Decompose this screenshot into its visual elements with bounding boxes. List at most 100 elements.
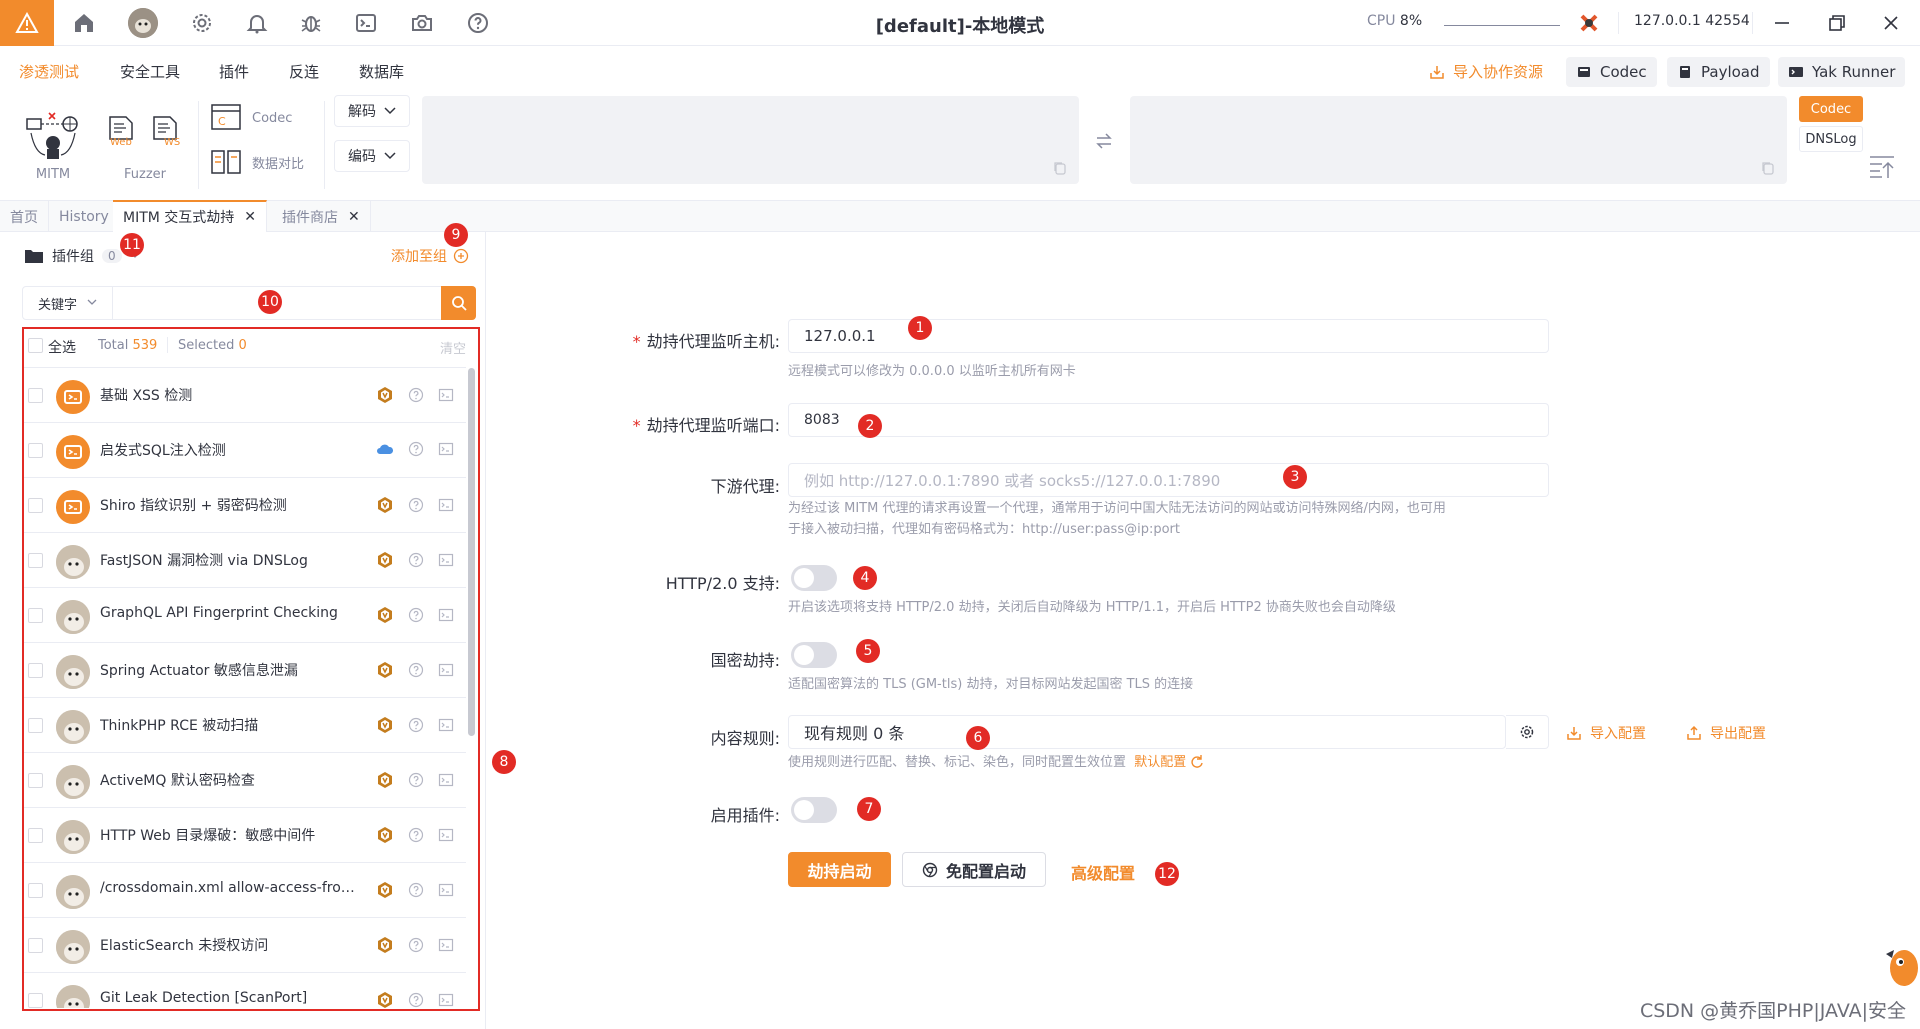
close-icon[interactable] [1879, 11, 1903, 35]
window-title: [default]-本地模式 [875, 16, 1045, 37]
tab-mitm[interactable]: MITM 交互式劫持 ✕ [113, 200, 268, 232]
runner-icon [1789, 67, 1803, 77]
help-icon[interactable] [466, 11, 490, 35]
bell-icon[interactable] [245, 11, 269, 35]
home-icon[interactable] [72, 11, 96, 35]
annotation-badge: 8 [492, 750, 516, 774]
downstream-help-1: 为经过该 MITM 代理的请求再设置一个代理，通常用于访问中国大陆无法访问的网站… [788, 501, 1446, 516]
http2-toggle[interactable] [791, 565, 837, 591]
compare-icon [211, 150, 241, 174]
annotation-badge: 4 [853, 566, 877, 590]
copy-icon[interactable] [1760, 160, 1776, 176]
minimize-icon[interactable] [1770, 11, 1794, 35]
rules-help: 使用规则进行匹配、替换、标记、染色，同时配置生效位置 默认配置 [788, 753, 1204, 773]
downstream-help-2: 于接入被动扫描，代理如有密码格式为：http://user:pass@ip:po… [788, 522, 1180, 537]
downstream-label: 下游代理: [710, 477, 780, 496]
yak-runner-button[interactable]: Yak Runner [1778, 57, 1906, 87]
annotation-badge: 11 [120, 233, 144, 257]
import-config-link[interactable]: 导入配置 [1566, 723, 1646, 743]
codec-output-area[interactable] [1130, 96, 1787, 184]
annotation-badge: 1 [908, 316, 932, 340]
refresh-icon[interactable] [1190, 754, 1204, 768]
menu-pentest[interactable]: 渗透测试 [19, 61, 79, 82]
data-compare-tool[interactable]: 数据对比 [210, 147, 304, 177]
codec-icon [1578, 67, 1590, 77]
tab-history[interactable]: History [49, 201, 120, 232]
port-input[interactable]: 8083 [788, 403, 1549, 437]
plugins-toggle[interactable] [791, 797, 837, 823]
engine-address: 127.0.0.1 42554 [1634, 13, 1750, 29]
gm-label: 国密劫持: [710, 651, 780, 670]
tab-close-icon[interactable]: ✕ [348, 209, 360, 225]
host-input[interactable]: 127.0.0.1 [788, 319, 1549, 353]
swap-icon[interactable] [1094, 131, 1114, 155]
host-label: * 劫持代理监听主机: [632, 332, 780, 351]
tab-home[interactable]: 首页 [0, 201, 49, 232]
search-type-select[interactable]: 关键字 [23, 287, 113, 319]
settings-gear-icon[interactable] [190, 11, 214, 35]
encode-dropdown[interactable]: 编码 [334, 140, 410, 172]
collapse-ribbon-icon[interactable] [1868, 154, 1896, 184]
free-config-start-button[interactable]: 免配置启动 [902, 852, 1046, 887]
export-config-link[interactable]: 导出配置 [1686, 723, 1766, 743]
decode-dropdown[interactable]: 解码 [334, 95, 410, 127]
svg-text:C: C [218, 115, 226, 128]
downstream-proxy-input[interactable]: 例如 http://127.0.0.1:7890 或者 socks5://127… [788, 463, 1549, 497]
annotation-badge: 9 [444, 223, 468, 247]
mitm-tool[interactable] [25, 109, 81, 163]
search-button[interactable] [441, 286, 476, 320]
rules-field[interactable]: 现有规则 0 条 [788, 715, 1506, 749]
menu-reverse[interactable]: 反连 [289, 61, 319, 82]
web-fuzzer-tool[interactable]: Web [108, 115, 136, 149]
cpu-graph [1444, 25, 1560, 26]
add-to-group-link[interactable]: 添加至组 [391, 246, 469, 266]
divider [324, 101, 325, 189]
menu-security-tools[interactable]: 安全工具 [120, 61, 180, 82]
watermark: CSDN @黄乔国PHP|JAVA|安全 [1639, 1000, 1906, 1022]
rules-settings-button[interactable] [1506, 715, 1549, 749]
menu-database[interactable]: 数据库 [359, 61, 404, 82]
mascot-icon[interactable] [1880, 936, 1920, 992]
search-icon [451, 296, 467, 311]
bug-icon[interactable] [299, 11, 323, 35]
codec-input-area[interactable] [422, 96, 1079, 184]
restore-icon[interactable] [1825, 11, 1849, 35]
import-icon [1567, 727, 1581, 740]
annotation-badge: 12 [1155, 862, 1179, 886]
export-icon [1687, 725, 1701, 740]
payload-button[interactable]: Payload [1667, 57, 1770, 87]
side-tab-codec[interactable]: Codec [1799, 96, 1863, 122]
user-avatar[interactable] [128, 8, 158, 38]
fuzzer-label: Fuzzer [124, 167, 166, 182]
page-tabs: 首页 History MITM 交互式劫持 ✕ 插件商店 ✕ [0, 200, 1920, 232]
import-icon [1430, 65, 1444, 79]
menu-plugins[interactable]: 插件 [219, 61, 249, 82]
start-hijack-button[interactable]: 劫持启动 [788, 852, 891, 887]
chevron-down-icon [384, 152, 396, 160]
advanced-config-link[interactable]: 高级配置 [1071, 860, 1135, 884]
http2-help: 开启该选项将支持 HTTP/2.0 劫持，关闭后自动降级为 HTTP/1.1，开… [788, 600, 1396, 615]
ws-fuzzer-tool[interactable]: WS [152, 115, 180, 149]
terminal-icon[interactable] [354, 11, 378, 35]
codec-tool[interactable]: C Codec [210, 103, 292, 133]
plugins-label: 启用插件: [710, 806, 780, 825]
tab-plugin-store[interactable]: 插件商店 ✕ [272, 201, 371, 232]
import-resources-link[interactable]: 导入协作资源 [1429, 61, 1543, 82]
gm-help: 适配国密算法的 TLS (GM-tls) 劫持，对目标网站发起国密 TLS 的连… [788, 677, 1194, 692]
payload-icon [1680, 66, 1690, 78]
divider [1752, 12, 1753, 34]
chevron-down-icon [87, 299, 97, 305]
default-config-link[interactable]: 默认配置 [1134, 755, 1186, 770]
codec-button[interactable]: Codec [1566, 57, 1657, 87]
camera-icon[interactable] [410, 11, 434, 35]
codec-tool-icon: C [211, 104, 241, 130]
tab-close-icon[interactable]: ✕ [244, 209, 256, 225]
side-tab-dnslog[interactable]: DNSLog [1799, 126, 1863, 152]
copy-icon[interactable] [1052, 160, 1068, 176]
mitm-label: MITM [35, 167, 71, 182]
engine-status-icon[interactable] [1577, 11, 1601, 35]
annotation-badge: 6 [966, 726, 990, 750]
http2-label: HTTP/2.0 支持: [665, 574, 780, 593]
gm-toggle[interactable] [791, 642, 837, 668]
plus-circle-icon [453, 248, 469, 264]
